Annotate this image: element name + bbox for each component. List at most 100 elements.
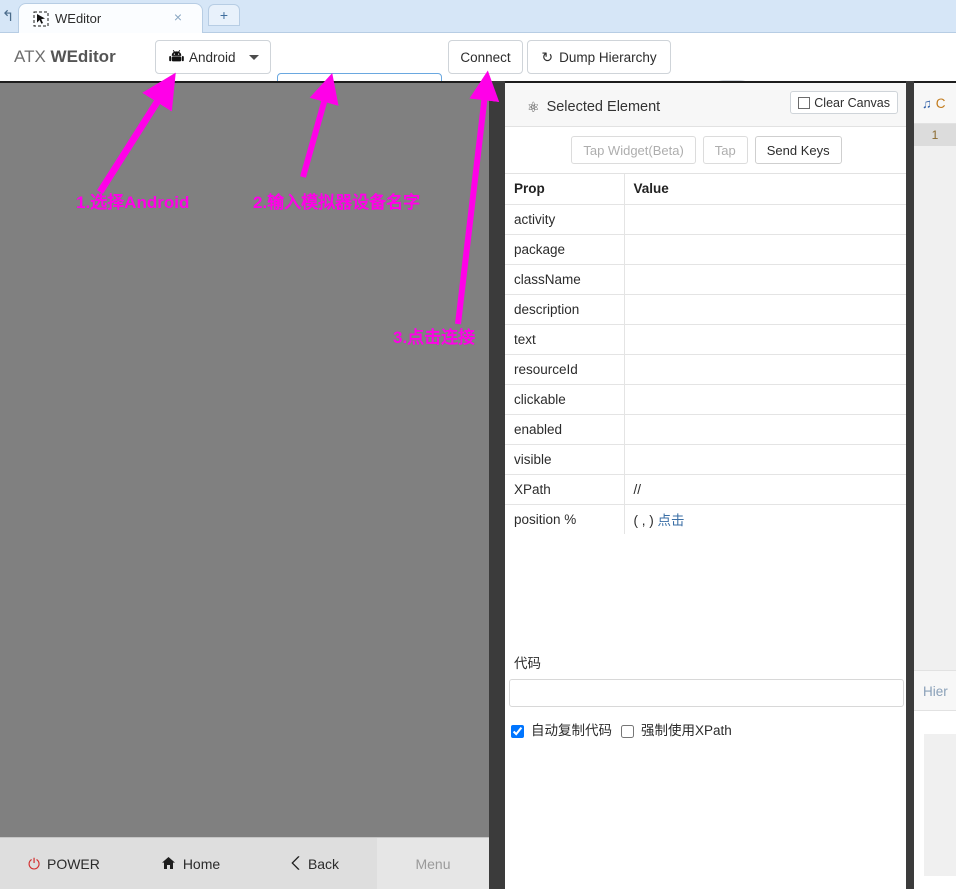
cell-prop: position % [505,504,625,534]
clear-canvas-label: Clear Canvas [814,95,890,110]
position-click-link[interactable]: 点击 [658,513,685,528]
rail-header: ♫ C [914,83,956,124]
cell-prop: visible [505,444,625,475]
brand-name: WEditor [50,47,116,66]
table-row[interactable]: position % ( , ) 点击 [505,504,908,534]
table-row[interactable]: resourceId [505,354,908,385]
table-row[interactable]: description [505,294,908,325]
cell-prop: XPath [505,474,625,505]
weditor-logo-icon [33,11,49,27]
tap-widget-button[interactable]: Tap Widget(Beta) [571,136,696,164]
power-icon: ⏻ [28,855,40,873]
inspector-title-text: Selected Element [546,99,661,115]
home-icon [161,856,176,873]
rail-header-title: ♫ C [922,96,946,111]
cell-value [624,354,908,385]
cell-value [624,384,908,415]
cell-value [624,324,908,355]
auto-copy-code-label: 自动复制代码 [531,723,612,738]
rail-section-title: Hier [923,684,948,699]
rail-hierarchy-tree[interactable] [914,711,956,889]
inspector-options-row: 自动复制代码 强制使用XPath [511,722,732,740]
force-xpath-label: 强制使用XPath [641,723,732,738]
rail-code-body[interactable] [914,146,956,677]
nav-button-home[interactable]: Home [128,838,253,889]
cell-value [624,234,908,265]
cell-value [624,204,908,235]
chevron-down-icon [249,55,259,60]
hierarchy-rail: ♫ C 1 Hier [914,81,956,889]
browser-tab-weditor[interactable]: WEditor × [18,3,203,33]
canvas-right-divider [489,81,505,889]
inspector-header: ⚛ Selected Element Clear Canvas [505,83,908,127]
new-tab-button[interactable]: + [208,4,240,26]
nav-button-home-label: Home [182,856,221,872]
cell-value [624,294,908,325]
table-row[interactable]: visible [505,444,908,475]
weditor-window: ↰ WEditor × + ATX WEditor Android emulat… [0,0,956,889]
table-row[interactable]: activity [505,204,908,235]
cell-value [624,444,908,475]
inspector-action-row: Tap Widget(Beta) Tap Send Keys [505,127,908,174]
device-screen-canvas[interactable] [0,81,505,837]
refresh-icon: ↻ [541,48,554,65]
cell-prop: text [505,324,625,355]
nav-button-back-label: Back [307,856,340,872]
browser-tab-title: WEditor [55,11,102,26]
cell-value [624,414,908,445]
cell-prop: className [505,264,625,295]
table-row[interactable]: XPath// [505,474,908,505]
app-toolbar: ATX WEditor Android Connect [0,33,956,107]
cell-prop: clickable [505,384,625,415]
brand-prefix: ATX [14,47,51,66]
position-value: ( , ) [633,513,654,529]
table-row[interactable]: clickable [505,384,908,415]
cell-value: ( , ) 点击 [624,504,908,534]
table-row[interactable]: className [505,264,908,295]
checkbox-icon [798,96,811,109]
cell-prop: resourceId [505,354,625,385]
nav-button-power[interactable]: ⏻ POWER [0,838,128,889]
nav-button-menu-label: Menu [415,856,451,872]
close-icon[interactable]: × [170,9,186,25]
cell-value: // [624,474,908,505]
browser-tab-strip: ↰ WEditor × + [0,0,956,33]
table-header-row: Prop Value [505,174,908,205]
auto-copy-code-checkbox[interactable] [511,724,524,738]
inspector-panel: ⚛ Selected Element Clear Canvas Tap Widg… [505,81,908,889]
android-robot-icon [168,49,185,66]
rail-section-header: Hier [914,670,956,711]
cell-value [624,264,908,295]
app-brand: ATX WEditor [14,45,116,69]
back-arrow-icon[interactable]: ↰ [0,6,16,28]
chevron-left-icon [291,855,301,873]
dump-hierarchy-label: Dump Hierarchy [559,49,657,65]
rail-left-divider [906,81,914,889]
table-row[interactable]: text [505,324,908,355]
rail-tree-node[interactable] [924,734,956,876]
connect-button[interactable]: Connect [448,40,523,74]
nav-button-power-label: POWER [46,856,100,872]
target-icon: ⚛ [527,99,540,115]
rail-header-label: C [935,96,946,111]
music-note-icon: ♫ [922,96,932,111]
code-section-label: 代码 [514,656,541,671]
tap-button[interactable]: Tap [702,136,748,164]
generated-code-input[interactable] [509,679,904,707]
send-keys-button[interactable]: Send Keys [754,136,842,164]
cell-prop: enabled [505,414,625,445]
nav-button-back[interactable]: Back [253,838,377,889]
table-row[interactable]: enabled [505,414,908,445]
table-row[interactable]: package [505,234,908,265]
cell-prop: description [505,294,625,325]
column-header-prop: Prop [505,174,625,205]
dump-hierarchy-button[interactable]: ↻ Dump Hierarchy [527,40,671,74]
platform-select[interactable]: Android [155,40,271,74]
cell-prop: activity [505,204,625,235]
clear-canvas-button[interactable]: Clear Canvas [790,91,898,114]
rail-line-number: 1 [914,124,956,146]
nav-button-menu: Menu [377,838,489,889]
force-xpath-checkbox[interactable] [621,724,634,738]
cell-prop: package [505,234,625,265]
properties-table: Prop Value activity package className de… [505,174,908,534]
